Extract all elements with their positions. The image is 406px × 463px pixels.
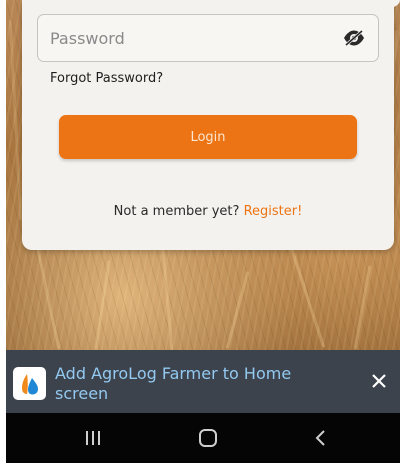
add-to-home-screen-banner: Add AgroLog Farmer to Home screen	[6, 350, 400, 413]
agrolog-app-icon	[13, 367, 46, 400]
back-icon[interactable]	[306, 427, 336, 449]
login-card: Forgot Password? Login Not a member yet?…	[22, 0, 400, 250]
add-to-home-screen-message[interactable]: Add AgroLog Farmer to Home screen	[55, 364, 345, 404]
close-icon[interactable]	[370, 372, 388, 390]
home-icon[interactable]	[193, 427, 223, 449]
password-input[interactable]	[50, 15, 330, 61]
login-button[interactable]: Login	[59, 115, 357, 159]
register-prompt-text: Not a member yet?	[113, 204, 240, 219]
system-navigation-bar	[6, 413, 400, 463]
password-field[interactable]	[37, 14, 379, 62]
register-link[interactable]: Register!	[244, 204, 303, 219]
recent-apps-icon[interactable]	[78, 427, 108, 449]
hide-password-icon[interactable]	[342, 27, 366, 49]
forgot-password-link[interactable]: Forgot Password?	[50, 71, 163, 86]
register-prompt: Not a member yet? Register!	[22, 204, 394, 219]
